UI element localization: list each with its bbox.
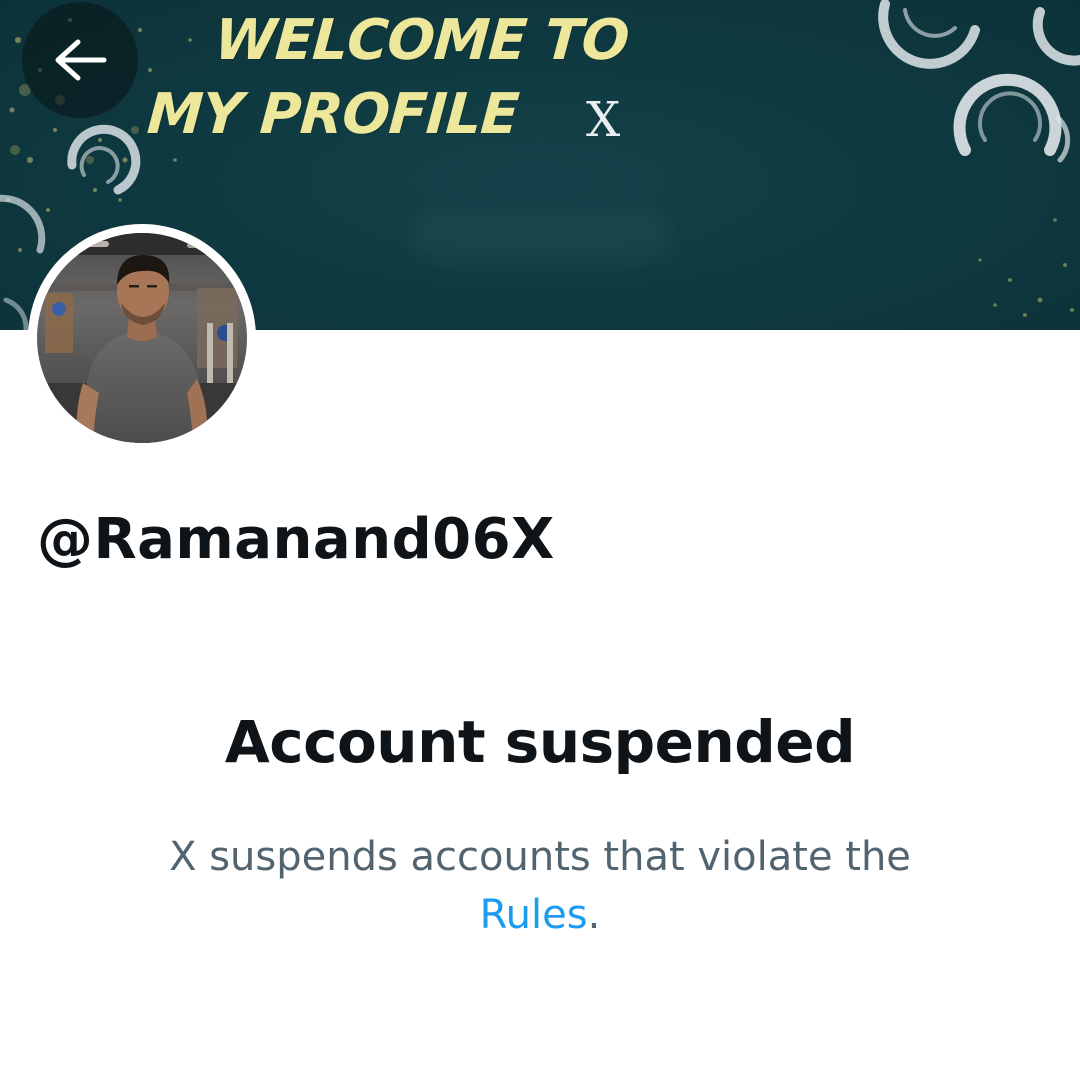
back-button[interactable] [22, 2, 138, 118]
x-logo: X [586, 92, 621, 148]
banner-title-line2: MY PROFILE [145, 82, 521, 147]
profile-handle: @Ramanand06X [37, 507, 555, 572]
suspension-body-punct: . [587, 892, 601, 938]
banner-blur [410, 212, 672, 260]
suspension-body-text: X suspends accounts that violate the [169, 834, 911, 880]
arrow-left-icon [55, 39, 107, 81]
rules-link[interactable]: Rules [480, 892, 588, 938]
suspension-title: Account suspended [224, 708, 856, 776]
suspension-notice: Account suspended X suspends accounts th… [0, 700, 1080, 944]
profile-page: WELCOME TO MY PROFILE X @Ramanand06X Acc… [0, 0, 1080, 1081]
banner-title-line1: WELCOME TO [212, 8, 631, 73]
profile-photo [37, 233, 247, 443]
avatar[interactable] [28, 224, 256, 452]
avatar-photo [37, 233, 247, 443]
banner-title: WELCOME TO MY PROFILE [145, 4, 631, 152]
suspension-body: X suspends accounts that violate the Rul… [140, 828, 940, 944]
